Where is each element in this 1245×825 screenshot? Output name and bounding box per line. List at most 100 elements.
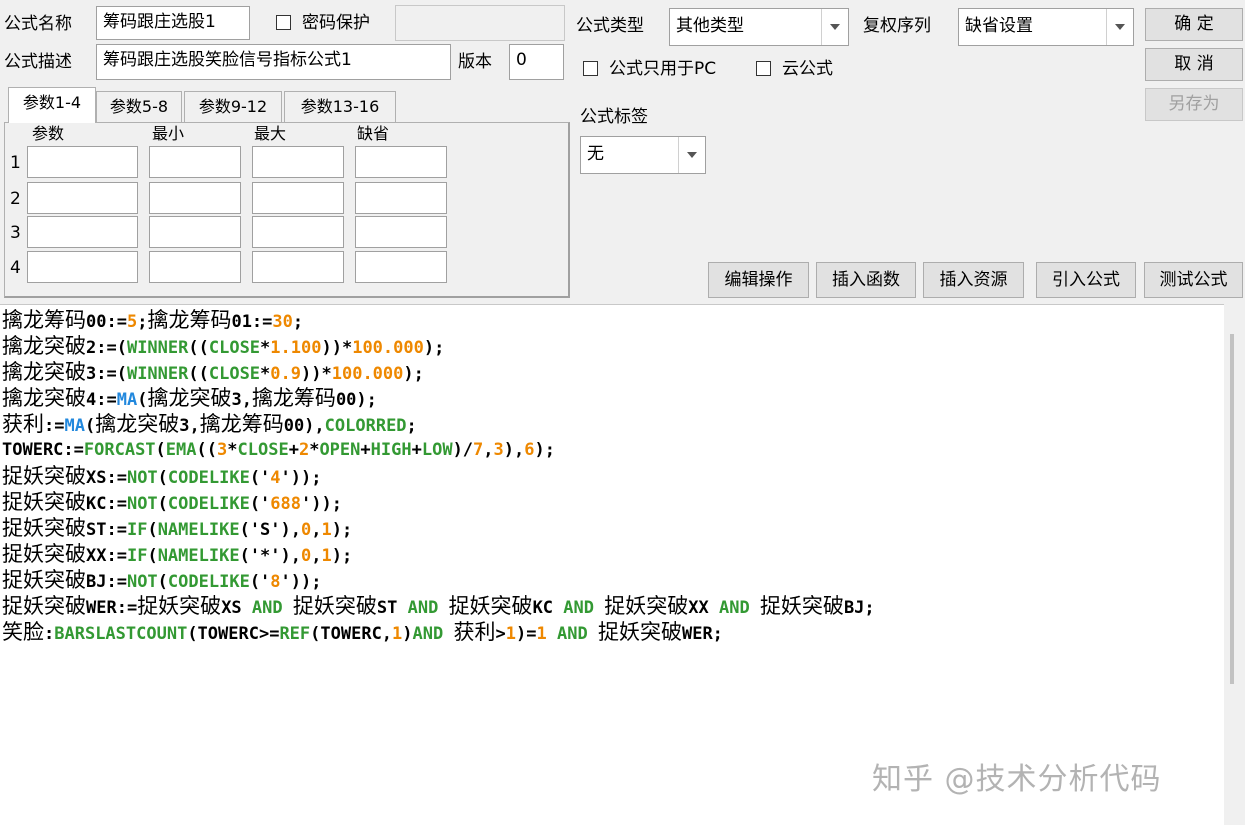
vertical-scrollbar[interactable] <box>1224 304 1245 825</box>
code-token: COLORRED <box>324 416 407 436</box>
code-token: WINNER <box>126 338 189 358</box>
code-token: 获利 <box>453 620 496 644</box>
formula-code-editor[interactable]: 擒龙筹码00:=5;擒龙筹码01:=30; 擒龙突破2:=(WINNER((CLO… <box>0 304 1224 825</box>
code-token: 捉妖突破 <box>2 568 86 592</box>
save-as-button[interactable]: 另存为 <box>1145 88 1243 121</box>
param-default-input[interactable] <box>355 146 447 178</box>
code-token: AND <box>718 598 750 618</box>
cancel-button[interactable]: 取 消 <box>1145 48 1243 81</box>
code-token: , <box>311 520 322 540</box>
scrollbar-thumb[interactable] <box>1230 334 1234 684</box>
code-token: ( <box>137 390 148 410</box>
code-token: 1 <box>536 624 547 644</box>
param-row-number: 1 <box>10 153 21 173</box>
code-token: 8 <box>270 572 281 592</box>
param-default-input[interactable] <box>355 216 447 248</box>
param-default-input[interactable] <box>355 251 447 283</box>
code-token: AND <box>563 598 594 618</box>
code-line[interactable]: 擒龙筹码00:=5;擒龙筹码01:=30; <box>2 307 1224 333</box>
insert-resource-button[interactable]: 插入资源 <box>923 262 1024 298</box>
code-token: 擒龙突破 <box>2 360 86 384</box>
code-token: 笑脸 <box>2 620 44 644</box>
tab-params-1-4[interactable]: 参数1-4 <box>8 87 96 123</box>
code-token: HIGH <box>370 440 412 460</box>
code-token: 捉妖突破 <box>2 542 86 566</box>
param-max-input[interactable] <box>252 146 344 178</box>
code-token: IF <box>126 546 148 566</box>
formula-name-input[interactable]: 筹码跟庄选股1 <box>96 6 250 40</box>
import-formula-button[interactable]: 引入公式 <box>1036 262 1136 298</box>
formula-tag-select[interactable]: 无 <box>580 136 706 174</box>
cloud-formula-checkbox[interactable] <box>756 61 771 76</box>
code-token: )/ <box>452 440 474 460</box>
code-line[interactable]: 擒龙突破4:=MA(擒龙突破3,擒龙筹码00); <box>2 385 1224 411</box>
param-min-input[interactable] <box>149 146 241 178</box>
param-min-input[interactable] <box>149 251 241 283</box>
code-line[interactable]: 擒龙突破2:=(WINNER((CLOSE*1.100))*100.000); <box>2 333 1224 359</box>
insert-function-button[interactable]: 插入函数 <box>816 262 916 298</box>
code-line[interactable]: TOWERC:=FORCAST(EMA((3*CLOSE+2*OPEN+HIGH… <box>2 437 1224 463</box>
password-protect-checkbox[interactable] <box>276 15 291 30</box>
code-token: ( <box>155 440 166 460</box>
formula-type-select[interactable]: 其他类型 <box>669 8 849 46</box>
code-token: XS <box>221 598 252 618</box>
tab-params-5-8[interactable]: 参数5-8 <box>96 91 182 123</box>
param-max-input[interactable] <box>252 216 344 248</box>
code-token: FORCAST <box>83 440 156 460</box>
tab-params-9-12[interactable]: 参数9-12 <box>184 91 282 123</box>
tab-params-13-16[interactable]: 参数13-16 <box>284 91 396 123</box>
cloud-formula-label: 云公式 <box>782 59 833 79</box>
code-token: 擒龙突破 <box>147 386 232 410</box>
edit-operations-button[interactable]: 编辑操作 <box>708 262 809 298</box>
password-input[interactable] <box>395 5 565 41</box>
code-line[interactable]: 擒龙突破3:=(WINNER((CLOSE*0.9))*100.000); <box>2 359 1224 385</box>
code-token: NAMELIKE <box>157 520 240 540</box>
code-line[interactable]: 笑脸:BARSLASTCOUNT(TOWERC>=REF(TOWERC,1)AN… <box>2 619 1224 645</box>
code-token: 01:= <box>231 312 273 332</box>
code-token: 4:= <box>86 390 117 410</box>
code-token: KC <box>532 598 564 618</box>
watermark: 知乎 @技术分析代码 <box>872 762 1162 797</box>
formula-desc-input[interactable]: 筹码跟庄选股笑脸信号指标公式1 <box>96 44 451 80</box>
param-name-input[interactable] <box>27 216 138 248</box>
chevron-down-icon[interactable] <box>1106 9 1133 45</box>
param-max-input[interactable] <box>252 251 344 283</box>
code-token: AND <box>557 624 588 644</box>
code-token: 0 <box>301 546 312 566</box>
pc-only-checkbox[interactable] <box>583 61 598 76</box>
code-line[interactable]: 捉妖突破WER:=捉妖突破XS AND 捉妖突破ST AND 捉妖突破KC AN… <box>2 593 1224 619</box>
code-token: 捉妖突破 <box>2 516 86 540</box>
param-max-input[interactable] <box>252 182 344 214</box>
param-default-input[interactable] <box>355 182 447 214</box>
code-token: 1 <box>505 624 517 644</box>
param-min-input[interactable] <box>149 182 241 214</box>
code-token: 100.000 <box>331 364 404 384</box>
param-name-input[interactable] <box>27 251 138 283</box>
ok-button[interactable]: 确 定 <box>1145 8 1243 41</box>
code-line[interactable]: 捉妖突破BJ:=NOT(CODELIKE('8')); <box>2 567 1224 593</box>
param-name-input[interactable] <box>27 182 138 214</box>
code-line[interactable]: 捉妖突破ST:=IF(NAMELIKE('S'),0,1); <box>2 515 1224 541</box>
adjust-series-select[interactable]: 缺省设置 <box>958 8 1134 46</box>
password-protect-label: 密码保护 <box>302 13 370 33</box>
version-input[interactable]: 0 <box>509 44 564 80</box>
param-name-input[interactable] <box>27 146 138 178</box>
formula-tag-value: 无 <box>587 144 604 164</box>
test-formula-button[interactable]: 测试公式 <box>1144 262 1243 298</box>
code-line[interactable]: 捉妖突破KC:=NOT(CODELIKE('688')); <box>2 489 1224 515</box>
code-token: OPEN <box>319 440 361 460</box>
code-token: 3, <box>231 390 252 410</box>
code-token: MA <box>116 390 138 410</box>
code-line[interactable]: 获利:=MA(擒龙突破3,擒龙筹码00),COLORRED; <box>2 411 1224 437</box>
code-token: ))* <box>301 364 332 384</box>
code-token: AND <box>251 598 283 618</box>
param-min-input[interactable] <box>149 216 241 248</box>
chevron-down-icon[interactable] <box>821 9 848 45</box>
code-line[interactable]: 捉妖突破XX:=IF(NAMELIKE('*'),0,1); <box>2 541 1224 567</box>
chevron-down-icon[interactable] <box>678 137 705 173</box>
code-line[interactable]: 捉妖突破XS:=NOT(CODELIKE('4')); <box>2 463 1224 489</box>
code-token: ( <box>157 494 168 514</box>
